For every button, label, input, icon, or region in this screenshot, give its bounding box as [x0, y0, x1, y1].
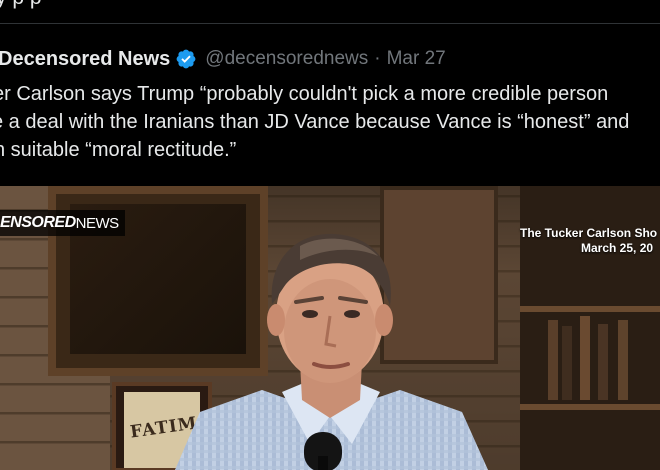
author-name[interactable]: Decensored News: [0, 48, 170, 71]
tweet-text-line: n suitable “moral rectitude.”: [0, 139, 237, 161]
author-handle[interactable]: @decensorednews: [205, 48, 368, 70]
tweet-header: Decensored News @decensorednews · Mar 27: [0, 46, 446, 72]
tweet-video[interactable]: FATIM ENSORED NEWS The Tucker Carlson Sh…: [0, 186, 660, 470]
watermark-light-text: NEWS: [75, 214, 120, 232]
show-date-caption: March 25, 20: [581, 241, 654, 255]
show-title-caption: The Tucker Carlson Sho: [520, 226, 658, 240]
verified-badge-icon: [175, 48, 197, 70]
divider: [0, 23, 660, 24]
tweet-text-line: e a deal with the Iranians than JD Vance…: [0, 111, 630, 133]
previous-tweet-text: y p p: [0, 0, 42, 10]
news-watermark: ENSORED NEWS: [0, 210, 125, 236]
watermark-bold-text: ENSORED: [0, 214, 76, 231]
tweet-page: y p p Decensored News @decensorednews · …: [0, 0, 660, 470]
tweet-body: er Carlson says Trump “probably couldn't…: [0, 80, 660, 164]
tweet-text-line: er Carlson says Trump “probably couldn't…: [0, 83, 609, 105]
separator-dot: ·: [374, 48, 381, 69]
tweet-date[interactable]: Mar 27: [387, 48, 446, 70]
